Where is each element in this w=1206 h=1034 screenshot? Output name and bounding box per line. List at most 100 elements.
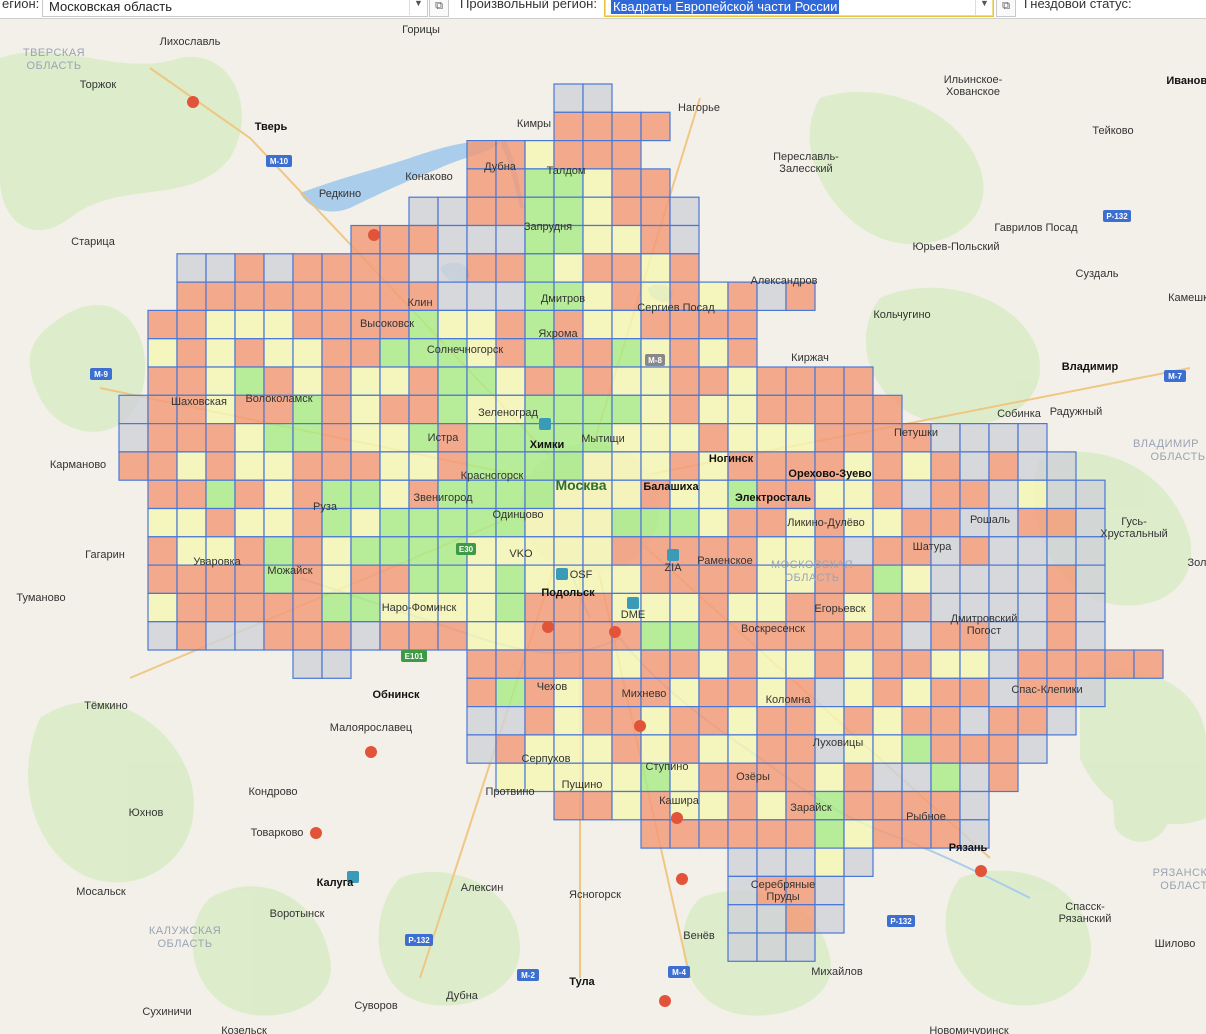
grid-square[interactable] [176,564,207,594]
grid-square[interactable] [901,564,932,594]
grid-square[interactable] [698,394,729,425]
grid-square[interactable] [727,904,758,934]
grid-square[interactable] [872,507,903,538]
grid-square[interactable] [901,705,932,736]
grid-square[interactable] [698,309,729,340]
grid-square[interactable] [669,677,700,708]
grid-square[interactable] [466,734,497,764]
grid-square[interactable] [350,394,381,425]
airport-icon[interactable] [627,597,639,609]
grid-square[interactable] [959,705,990,736]
grid-square[interactable] [205,309,236,340]
grid-square[interactable] [727,338,758,368]
grid-square[interactable] [205,451,236,481]
ruble-marker-icon[interactable] [671,812,683,824]
grid-square[interactable] [1017,564,1048,594]
grid-square[interactable] [234,366,265,396]
grid-square[interactable] [205,621,236,651]
grid-square[interactable] [640,423,671,453]
grid-square[interactable] [959,649,990,679]
grid-square[interactable] [234,423,265,453]
grid-square[interactable] [640,451,671,481]
grid-square[interactable] [553,621,584,651]
grid-square[interactable] [437,394,468,425]
grid-square[interactable] [611,649,642,679]
grid-square[interactable] [640,649,671,679]
grid-square[interactable] [263,338,294,368]
grid-square[interactable] [379,253,410,283]
grid-square[interactable] [698,592,729,623]
grid-square[interactable] [234,253,265,283]
ruble-marker-icon[interactable] [542,621,554,633]
grid-square[interactable] [495,309,526,340]
grid-square[interactable] [234,592,265,623]
ruble-marker-icon[interactable] [634,720,646,732]
grid-square[interactable] [611,224,642,255]
grid-square[interactable] [611,564,642,594]
grid-square[interactable] [1075,592,1106,623]
grid-square[interactable] [785,366,816,396]
grid-square[interactable] [611,734,642,764]
grid-square[interactable] [263,507,294,538]
grid-square[interactable] [640,536,671,566]
grid-square[interactable] [640,592,671,623]
grid-square[interactable] [698,507,729,538]
map-canvas[interactable]: M-10 M-9 M-8 M-7 P-132 P-132 P-132 M-2 M… [0,18,1206,1034]
grid-square[interactable] [292,649,323,679]
grid-square[interactable] [321,592,352,623]
grid-square[interactable] [437,196,468,227]
grid-square[interactable] [582,790,613,821]
grid-square[interactable] [814,479,845,510]
grid-square[interactable] [466,281,497,312]
grid-square[interactable] [611,507,642,538]
grid-square[interactable] [698,762,729,793]
grid-square[interactable] [553,111,584,142]
grid-square[interactable] [727,309,758,340]
grid-square[interactable] [901,819,932,849]
grid-square[interactable] [553,649,584,679]
grid-square[interactable] [640,224,671,255]
grid-square[interactable] [727,423,758,453]
grid-square[interactable] [495,224,526,255]
grid-square[interactable] [466,621,497,651]
grid-square[interactable] [292,423,323,453]
grid-square[interactable] [814,819,845,849]
grid-square[interactable] [698,790,729,821]
grid-square[interactable] [988,649,1019,679]
grid-square[interactable] [553,394,584,425]
grid-square[interactable] [930,479,961,510]
grid-square[interactable] [321,423,352,453]
grid-square[interactable] [611,111,642,142]
grid-square[interactable] [263,536,294,566]
grid-square[interactable] [321,366,352,396]
grid-square[interactable] [234,451,265,481]
grid-square[interactable] [582,338,613,368]
grid-square[interactable] [379,423,410,453]
grid-square[interactable] [669,394,700,425]
grid-square[interactable] [582,705,613,736]
grid-square[interactable] [1017,507,1048,538]
grid-square[interactable] [466,423,497,453]
grid-square[interactable] [292,281,323,312]
grid-square[interactable] [553,507,584,538]
grid-square[interactable] [872,649,903,679]
grid-square[interactable] [553,366,584,396]
grid-square[interactable] [147,592,178,623]
copy-icon[interactable]: ⧉ [996,0,1016,17]
grid-square[interactable] [988,536,1019,566]
grid-square[interactable] [205,592,236,623]
grid-square[interactable] [553,338,584,368]
grid-square[interactable] [495,196,526,227]
grid-square[interactable] [785,423,816,453]
grid-square[interactable] [582,168,613,198]
grid-square[interactable] [466,592,497,623]
grid-square[interactable] [205,564,236,594]
grid-square[interactable] [640,168,671,198]
grid-square[interactable] [611,479,642,510]
grid-square[interactable] [379,394,410,425]
grid-square[interactable] [437,224,468,255]
grid-square[interactable] [756,904,787,934]
grid-square[interactable] [321,451,352,481]
grid-square[interactable] [205,253,236,283]
grid-square[interactable] [669,451,700,481]
